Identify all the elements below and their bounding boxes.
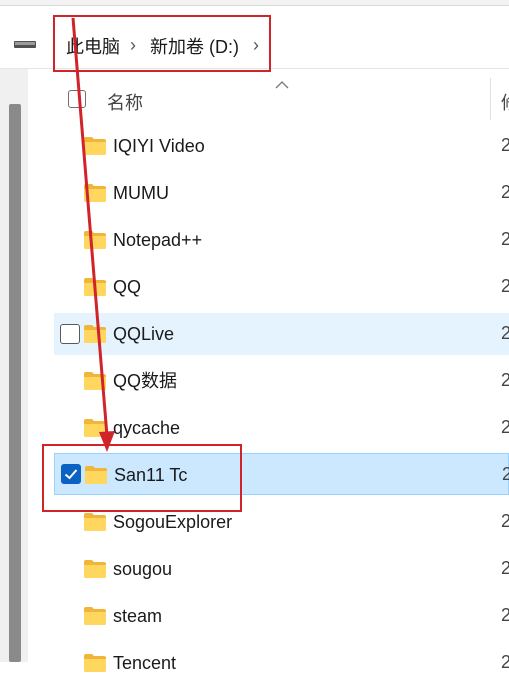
column-divider[interactable] xyxy=(490,78,491,120)
column-header-name[interactable]: 名称 xyxy=(107,89,143,115)
row-checkbox[interactable] xyxy=(60,324,80,344)
sort-ascending-icon xyxy=(275,81,289,89)
folder-icon xyxy=(84,137,106,155)
modified-date: 2 xyxy=(501,182,509,202)
modified-date: 2 xyxy=(501,323,509,343)
file-name: QQLive xyxy=(113,324,175,344)
folder-icon xyxy=(84,372,106,390)
file-name: steam xyxy=(113,606,163,626)
modified-date: 2 xyxy=(501,417,509,437)
file-name: qycache xyxy=(113,418,181,438)
file-name: QQ xyxy=(113,277,142,297)
list-item[interactable]: QQ数据 2 xyxy=(54,360,509,402)
column-header-row: 名称 xyxy=(54,78,509,122)
select-all-checkbox[interactable] xyxy=(68,90,86,108)
list-item[interactable]: QQ 2 xyxy=(54,266,509,308)
folder-icon xyxy=(84,419,106,437)
list-item[interactable]: QQLive 2 xyxy=(54,313,509,355)
modified-date: 2 xyxy=(501,135,509,155)
scrollbar-thumb[interactable] xyxy=(9,104,21,662)
column-header-date[interactable]: 修 xyxy=(501,89,509,115)
modified-date: 2 xyxy=(501,511,509,531)
annotation-box-selected-row xyxy=(42,444,242,512)
annotation-box-breadcrumb xyxy=(53,15,271,72)
file-name: Notepad++ xyxy=(113,230,203,250)
modified-date: 2 xyxy=(501,370,509,390)
file-name: MUMU xyxy=(113,183,169,203)
folder-icon xyxy=(84,560,106,578)
folder-icon xyxy=(84,278,106,296)
modified-date: 2 xyxy=(501,652,509,672)
list-item[interactable]: steam 2 xyxy=(54,595,509,637)
file-name: SogouExplorer xyxy=(113,512,233,532)
folder-icon xyxy=(84,325,106,343)
list-item[interactable]: qycache 2 xyxy=(54,407,509,449)
folder-icon xyxy=(84,654,106,672)
modified-date: 2 xyxy=(501,558,509,578)
modified-date: 2 xyxy=(501,276,509,296)
list-item[interactable]: IQIYI Video 2 xyxy=(54,125,509,167)
list-item[interactable]: Notepad++ 2 xyxy=(54,219,509,261)
folder-icon xyxy=(84,513,106,531)
list-item[interactable]: sougou 2 xyxy=(54,548,509,590)
folder-icon xyxy=(84,231,106,249)
file-name: QQ数据 xyxy=(113,371,178,391)
modified-date: 2 xyxy=(501,229,509,249)
folder-icon xyxy=(84,184,106,202)
file-name: IQIYI Video xyxy=(113,136,205,156)
file-name: Tencent xyxy=(113,653,177,673)
file-name: sougou xyxy=(113,559,173,579)
modified-date: 2 xyxy=(501,605,509,625)
modified-date: 2 xyxy=(502,464,509,484)
list-item[interactable]: Tencent 2 xyxy=(54,642,509,684)
list-item[interactable]: MUMU 2 xyxy=(54,172,509,214)
drive-icon xyxy=(14,41,36,48)
folder-icon xyxy=(84,607,106,625)
